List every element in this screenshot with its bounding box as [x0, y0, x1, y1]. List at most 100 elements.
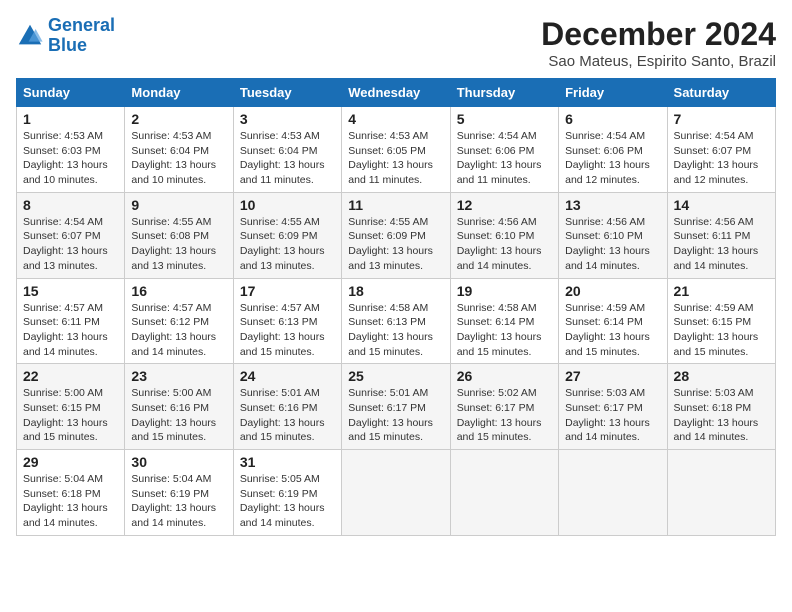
day-info: Sunrise: 4:58 AM Sunset: 6:13 PM Dayligh… — [348, 301, 443, 360]
day-info: Sunrise: 4:54 AM Sunset: 6:07 PM Dayligh… — [674, 129, 769, 188]
day-number: 5 — [457, 111, 552, 127]
day-info: Sunrise: 5:00 AM Sunset: 6:16 PM Dayligh… — [131, 386, 226, 445]
day-number: 3 — [240, 111, 335, 127]
calendar-cell: 16 Sunrise: 4:57 AM Sunset: 6:12 PM Dayl… — [125, 278, 233, 364]
calendar-cell: 20 Sunrise: 4:59 AM Sunset: 6:14 PM Dayl… — [559, 278, 667, 364]
logo: General Blue — [16, 16, 115, 56]
page-subtitle: Sao Mateus, Espirito Santo, Brazil — [541, 53, 776, 70]
calendar-cell: 17 Sunrise: 4:57 AM Sunset: 6:13 PM Dayl… — [233, 278, 341, 364]
week-row-3: 15 Sunrise: 4:57 AM Sunset: 6:11 PM Dayl… — [17, 278, 776, 364]
day-info: Sunrise: 4:56 AM Sunset: 6:11 PM Dayligh… — [674, 215, 769, 274]
day-number: 9 — [131, 197, 226, 213]
calendar-cell: 11 Sunrise: 4:55 AM Sunset: 6:09 PM Dayl… — [342, 192, 450, 278]
calendar-cell — [667, 450, 775, 536]
column-header-monday: Monday — [125, 79, 233, 107]
day-info: Sunrise: 4:56 AM Sunset: 6:10 PM Dayligh… — [457, 215, 552, 274]
day-number: 1 — [23, 111, 118, 127]
day-number: 6 — [565, 111, 660, 127]
day-number: 7 — [674, 111, 769, 127]
calendar-cell: 22 Sunrise: 5:00 AM Sunset: 6:15 PM Dayl… — [17, 364, 125, 450]
day-info: Sunrise: 4:55 AM Sunset: 6:09 PM Dayligh… — [348, 215, 443, 274]
day-info: Sunrise: 4:53 AM Sunset: 6:04 PM Dayligh… — [131, 129, 226, 188]
column-header-sunday: Sunday — [17, 79, 125, 107]
logo-text: General Blue — [48, 16, 115, 56]
title-block: December 2024 Sao Mateus, Espirito Santo… — [541, 16, 776, 70]
day-info: Sunrise: 4:59 AM Sunset: 6:14 PM Dayligh… — [565, 301, 660, 360]
day-info: Sunrise: 5:02 AM Sunset: 6:17 PM Dayligh… — [457, 386, 552, 445]
day-info: Sunrise: 4:59 AM Sunset: 6:15 PM Dayligh… — [674, 301, 769, 360]
day-number: 10 — [240, 197, 335, 213]
day-number: 14 — [674, 197, 769, 213]
day-info: Sunrise: 5:01 AM Sunset: 6:17 PM Dayligh… — [348, 386, 443, 445]
day-number: 27 — [565, 368, 660, 384]
day-info: Sunrise: 4:53 AM Sunset: 6:04 PM Dayligh… — [240, 129, 335, 188]
day-number: 15 — [23, 283, 118, 299]
calendar-cell: 26 Sunrise: 5:02 AM Sunset: 6:17 PM Dayl… — [450, 364, 558, 450]
day-number: 29 — [23, 454, 118, 470]
calendar-cell — [559, 450, 667, 536]
calendar-cell: 29 Sunrise: 5:04 AM Sunset: 6:18 PM Dayl… — [17, 450, 125, 536]
calendar-cell: 4 Sunrise: 4:53 AM Sunset: 6:05 PM Dayli… — [342, 107, 450, 193]
calendar-cell: 24 Sunrise: 5:01 AM Sunset: 6:16 PM Dayl… — [233, 364, 341, 450]
day-number: 17 — [240, 283, 335, 299]
day-info: Sunrise: 4:57 AM Sunset: 6:12 PM Dayligh… — [131, 301, 226, 360]
calendar-cell: 3 Sunrise: 4:53 AM Sunset: 6:04 PM Dayli… — [233, 107, 341, 193]
calendar-cell: 6 Sunrise: 4:54 AM Sunset: 6:06 PM Dayli… — [559, 107, 667, 193]
day-info: Sunrise: 5:04 AM Sunset: 6:18 PM Dayligh… — [23, 472, 118, 531]
day-info: Sunrise: 4:53 AM Sunset: 6:05 PM Dayligh… — [348, 129, 443, 188]
day-info: Sunrise: 4:54 AM Sunset: 6:06 PM Dayligh… — [565, 129, 660, 188]
calendar-cell: 5 Sunrise: 4:54 AM Sunset: 6:06 PM Dayli… — [450, 107, 558, 193]
calendar-cell: 21 Sunrise: 4:59 AM Sunset: 6:15 PM Dayl… — [667, 278, 775, 364]
column-header-thursday: Thursday — [450, 79, 558, 107]
calendar-cell: 9 Sunrise: 4:55 AM Sunset: 6:08 PM Dayli… — [125, 192, 233, 278]
calendar-cell: 7 Sunrise: 4:54 AM Sunset: 6:07 PM Dayli… — [667, 107, 775, 193]
week-row-4: 22 Sunrise: 5:00 AM Sunset: 6:15 PM Dayl… — [17, 364, 776, 450]
day-info: Sunrise: 4:58 AM Sunset: 6:14 PM Dayligh… — [457, 301, 552, 360]
day-info: Sunrise: 4:55 AM Sunset: 6:08 PM Dayligh… — [131, 215, 226, 274]
logo-icon — [16, 22, 44, 50]
day-number: 23 — [131, 368, 226, 384]
calendar-cell — [342, 450, 450, 536]
calendar-cell: 25 Sunrise: 5:01 AM Sunset: 6:17 PM Dayl… — [342, 364, 450, 450]
day-info: Sunrise: 4:53 AM Sunset: 6:03 PM Dayligh… — [23, 129, 118, 188]
day-info: Sunrise: 4:54 AM Sunset: 6:06 PM Dayligh… — [457, 129, 552, 188]
day-number: 4 — [348, 111, 443, 127]
page-header: General Blue December 2024 Sao Mateus, E… — [16, 16, 776, 70]
day-number: 13 — [565, 197, 660, 213]
day-info: Sunrise: 4:54 AM Sunset: 6:07 PM Dayligh… — [23, 215, 118, 274]
day-info: Sunrise: 5:04 AM Sunset: 6:19 PM Dayligh… — [131, 472, 226, 531]
week-row-1: 1 Sunrise: 4:53 AM Sunset: 6:03 PM Dayli… — [17, 107, 776, 193]
day-number: 18 — [348, 283, 443, 299]
day-number: 24 — [240, 368, 335, 384]
day-info: Sunrise: 5:01 AM Sunset: 6:16 PM Dayligh… — [240, 386, 335, 445]
calendar-cell: 10 Sunrise: 4:55 AM Sunset: 6:09 PM Dayl… — [233, 192, 341, 278]
day-number: 11 — [348, 197, 443, 213]
day-info: Sunrise: 5:03 AM Sunset: 6:17 PM Dayligh… — [565, 386, 660, 445]
calendar-cell: 8 Sunrise: 4:54 AM Sunset: 6:07 PM Dayli… — [17, 192, 125, 278]
day-number: 31 — [240, 454, 335, 470]
day-number: 30 — [131, 454, 226, 470]
calendar-cell: 31 Sunrise: 5:05 AM Sunset: 6:19 PM Dayl… — [233, 450, 341, 536]
day-number: 26 — [457, 368, 552, 384]
column-header-friday: Friday — [559, 79, 667, 107]
calendar-cell: 13 Sunrise: 4:56 AM Sunset: 6:10 PM Dayl… — [559, 192, 667, 278]
page-title: December 2024 — [541, 16, 776, 53]
calendar-cell: 2 Sunrise: 4:53 AM Sunset: 6:04 PM Dayli… — [125, 107, 233, 193]
calendar-cell: 28 Sunrise: 5:03 AM Sunset: 6:18 PM Dayl… — [667, 364, 775, 450]
calendar-table: SundayMondayTuesdayWednesdayThursdayFrid… — [16, 78, 776, 536]
day-info: Sunrise: 5:05 AM Sunset: 6:19 PM Dayligh… — [240, 472, 335, 531]
day-number: 8 — [23, 197, 118, 213]
calendar-cell: 14 Sunrise: 4:56 AM Sunset: 6:11 PM Dayl… — [667, 192, 775, 278]
calendar-cell: 15 Sunrise: 4:57 AM Sunset: 6:11 PM Dayl… — [17, 278, 125, 364]
day-info: Sunrise: 4:56 AM Sunset: 6:10 PM Dayligh… — [565, 215, 660, 274]
day-info: Sunrise: 4:57 AM Sunset: 6:13 PM Dayligh… — [240, 301, 335, 360]
day-number: 25 — [348, 368, 443, 384]
calendar-cell: 18 Sunrise: 4:58 AM Sunset: 6:13 PM Dayl… — [342, 278, 450, 364]
calendar-cell: 27 Sunrise: 5:03 AM Sunset: 6:17 PM Dayl… — [559, 364, 667, 450]
column-header-wednesday: Wednesday — [342, 79, 450, 107]
day-info: Sunrise: 4:55 AM Sunset: 6:09 PM Dayligh… — [240, 215, 335, 274]
column-header-tuesday: Tuesday — [233, 79, 341, 107]
calendar-cell: 19 Sunrise: 4:58 AM Sunset: 6:14 PM Dayl… — [450, 278, 558, 364]
calendar-cell: 12 Sunrise: 4:56 AM Sunset: 6:10 PM Dayl… — [450, 192, 558, 278]
day-info: Sunrise: 4:57 AM Sunset: 6:11 PM Dayligh… — [23, 301, 118, 360]
